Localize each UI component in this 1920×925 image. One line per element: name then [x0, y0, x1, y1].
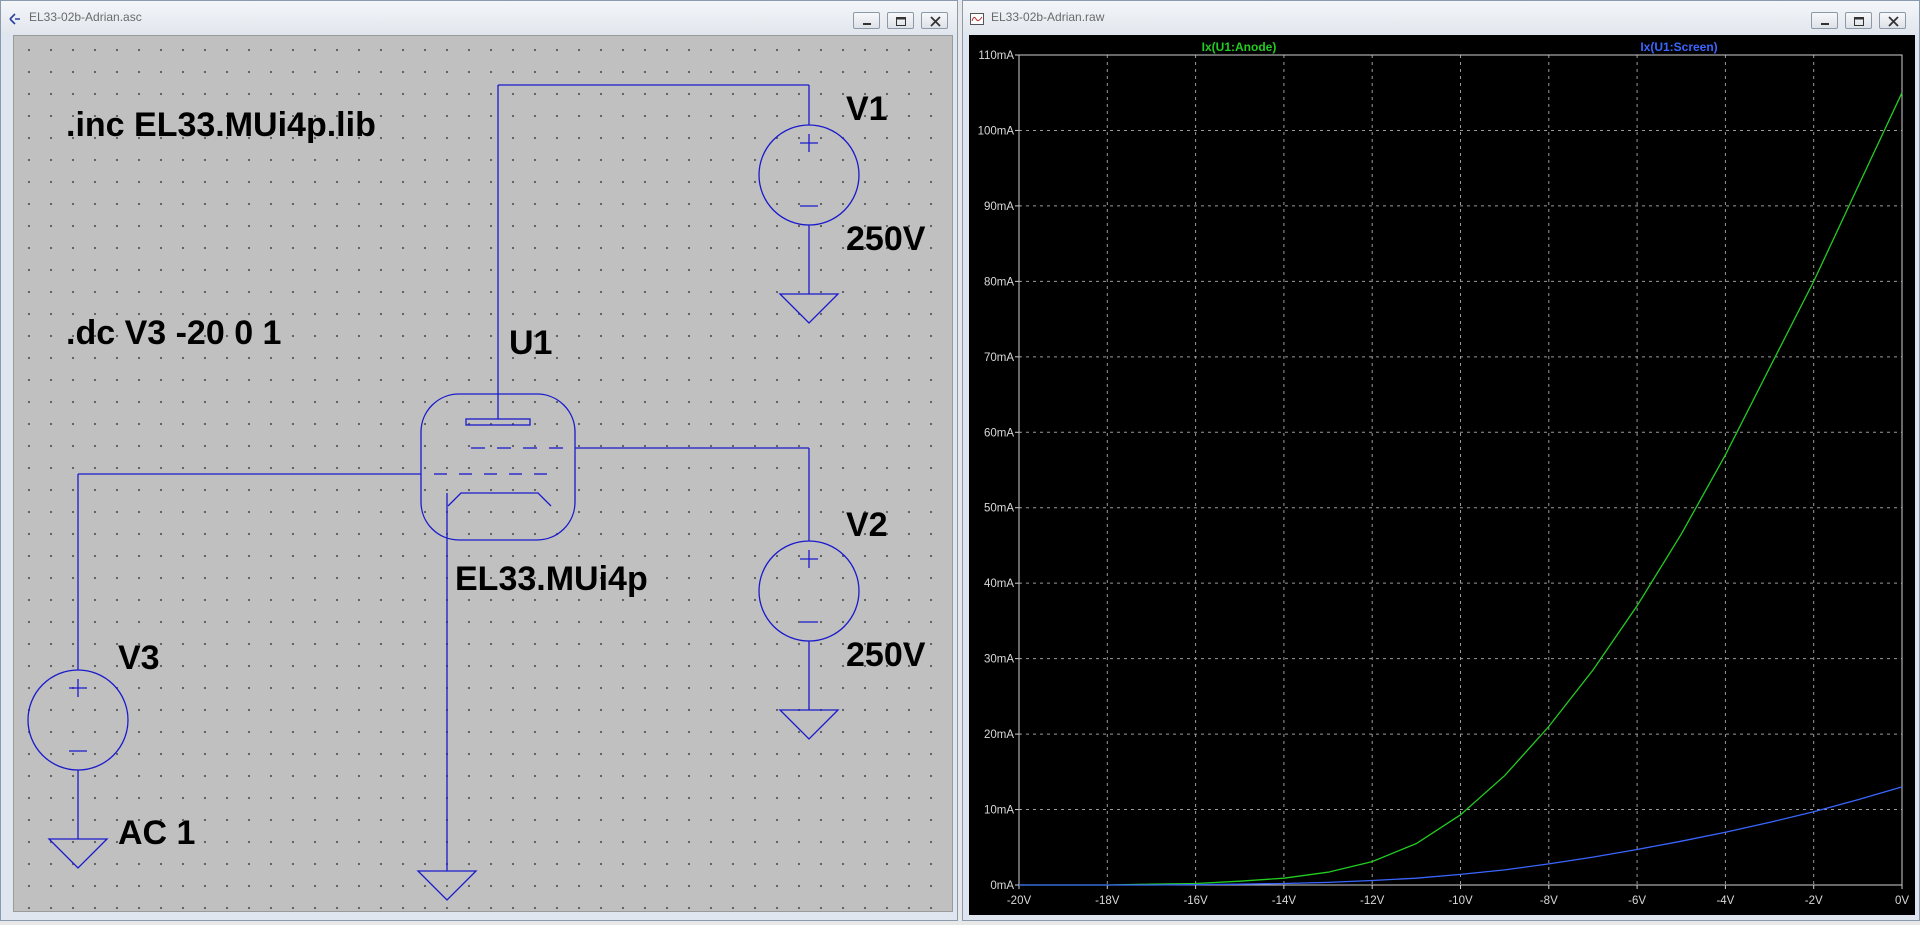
minimize-button[interactable]: [853, 12, 880, 29]
y-tick-label: 30mA: [984, 654, 1014, 666]
schematic-canvas[interactable]: .inc EL33.MUi4p.lib .dc V3 -20 0 1 V1 25…: [13, 35, 953, 912]
y-tick-label: 90mA: [984, 201, 1014, 213]
legend-label: Ix(U1:Screen): [1640, 40, 1717, 54]
x-tick-label: -10V: [1448, 895, 1473, 907]
y-tick-label: 50mA: [984, 503, 1014, 515]
y-tick-label: 40mA: [984, 578, 1014, 590]
schematic-titlebar[interactable]: EL33-02b-Adrian.asc: [1, 1, 957, 33]
schematic-window-title: EL33-02b-Adrian.asc: [29, 10, 142, 24]
v1-value[interactable]: 250V: [846, 222, 925, 256]
y-tick-label: 100mA: [978, 125, 1015, 137]
v1-label[interactable]: V1: [846, 92, 888, 126]
plot-window: EL33-02b-Adrian.raw -20V -18V -16V -14V -12V…: [962, 0, 1920, 921]
y-tick-label: 110mA: [978, 50, 1014, 62]
v3-label[interactable]: V3: [118, 641, 160, 675]
v2-value[interactable]: 250V: [846, 638, 925, 672]
y-tick-label: 20mA: [984, 729, 1014, 741]
y-tick-label: 60mA: [984, 427, 1014, 439]
u1-label[interactable]: U1: [509, 326, 552, 360]
plot-pane[interactable]: -20V -18V -16V -14V -12V -10V -8V -6V -4V -2V 0V 0m…: [969, 35, 1915, 915]
x-tick-label: -14V: [1272, 895, 1297, 907]
x-tick-label: -2V: [1805, 895, 1823, 907]
x-tick-label: -8V: [1540, 895, 1558, 907]
plot-titlebar[interactable]: EL33-02b-Adrian.raw: [963, 1, 1919, 33]
maximize-button[interactable]: [1845, 12, 1872, 29]
x-tick-label: -12V: [1360, 895, 1385, 907]
dc-directive[interactable]: .dc V3 -20 0 1: [66, 316, 281, 350]
waveform-icon: [970, 12, 984, 25]
v3-source-symbol: [27, 669, 129, 869]
v2-source-symbol: [758, 540, 860, 740]
y-tick-label: 10mA: [984, 805, 1014, 817]
x-tick-label: -6V: [1628, 895, 1646, 907]
x-tick-label: 0V: [1895, 895, 1909, 907]
y-tick-label: 70mA: [984, 352, 1014, 364]
v3-value[interactable]: AC 1: [118, 816, 195, 850]
close-button[interactable]: [1879, 12, 1906, 29]
schematic-icon: [8, 12, 22, 25]
close-button[interactable]: [921, 12, 948, 29]
u1-tube-symbol: [416, 85, 576, 901]
minimize-button[interactable]: [1811, 12, 1838, 29]
y-tick-label: 80mA: [984, 276, 1014, 288]
v1-source-symbol: [498, 84, 860, 324]
x-tick-label: -18V: [1095, 895, 1120, 907]
schematic-drawing: [27, 84, 860, 901]
include-directive[interactable]: .inc EL33.MUi4p.lib: [66, 108, 376, 142]
v2-label[interactable]: V2: [846, 508, 888, 542]
plot-window-title: EL33-02b-Adrian.raw: [991, 10, 1105, 24]
maximize-button[interactable]: [887, 12, 914, 29]
waveform-chart[interactable]: -20V -18V -16V -14V -12V -10V -8V -6V -4V -2V 0V 0m…: [969, 35, 1915, 915]
x-tick-label: -16V: [1183, 895, 1208, 907]
series-line: [1019, 786, 1903, 886]
legend-label: Ix(U1:Anode): [1202, 40, 1277, 54]
schematic-window: EL33-02b-Adrian.asc .inc EL33.MUi4p.lib …: [0, 0, 958, 921]
x-tick-label: -4V: [1716, 895, 1734, 907]
u1-model[interactable]: EL33.MUi4p: [455, 562, 648, 596]
x-tick-label: -20V: [1007, 895, 1032, 907]
y-tick-label: 0mA: [990, 880, 1014, 892]
